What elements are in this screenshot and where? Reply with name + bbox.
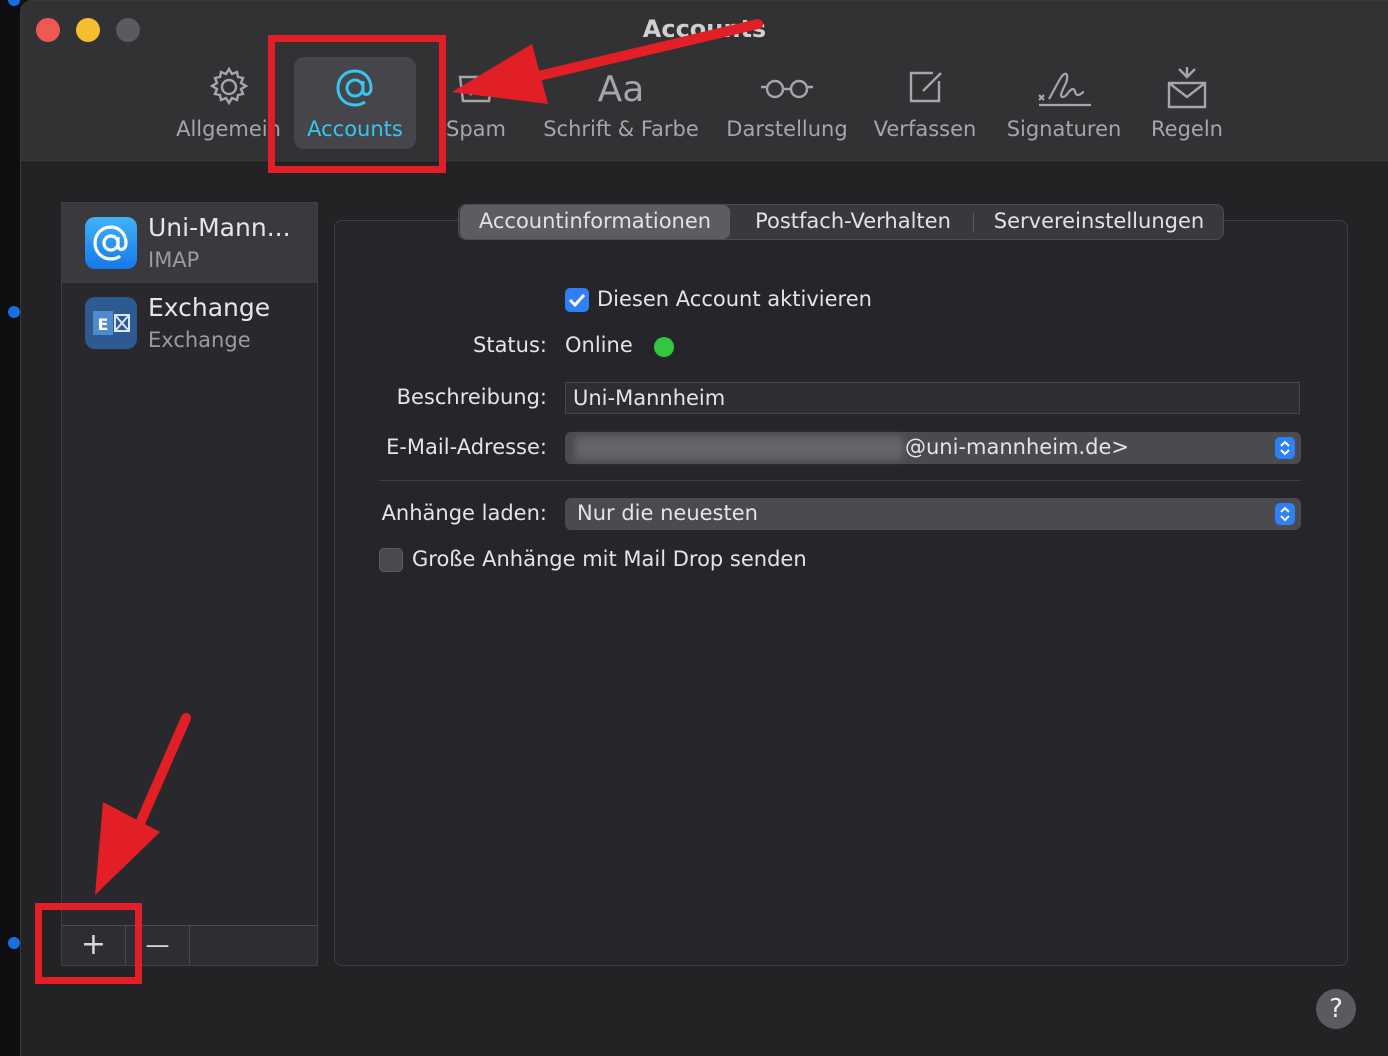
annotation-arrows	[95, 19, 763, 895]
annotation-arrow-add	[95, 713, 191, 895]
annotation-arrow-toolbar	[452, 19, 763, 104]
